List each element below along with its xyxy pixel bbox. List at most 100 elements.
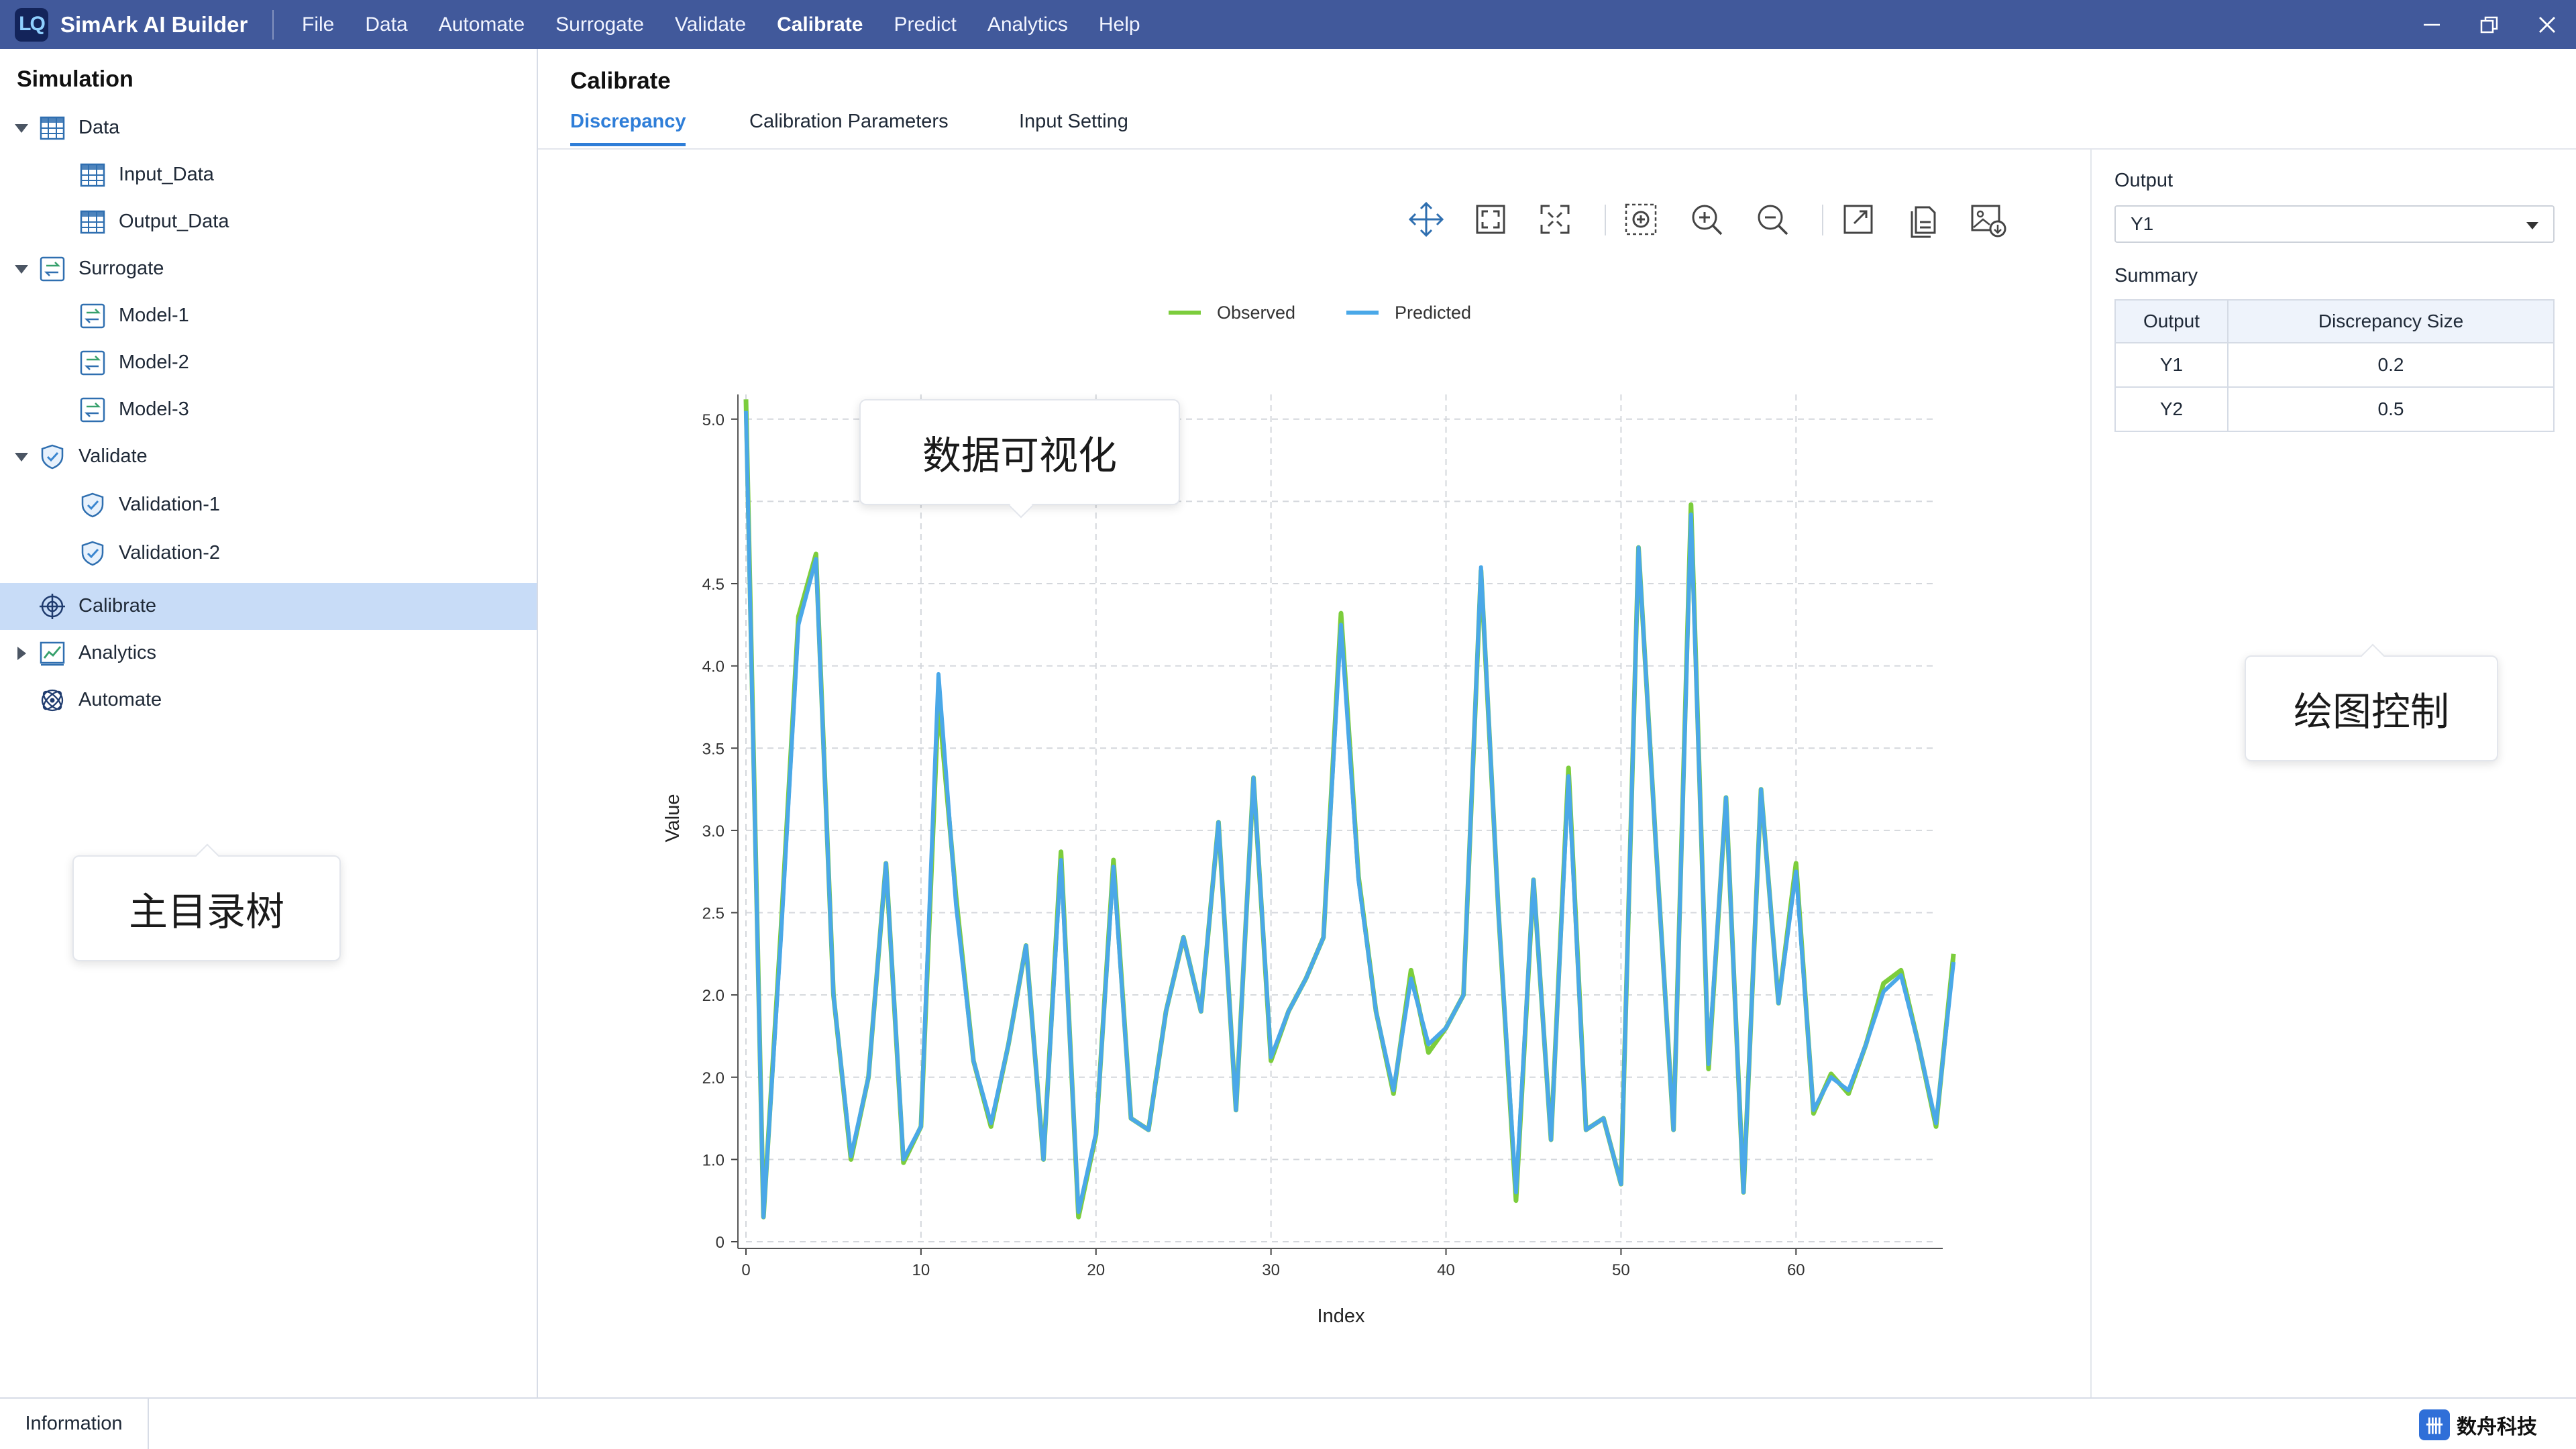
- tree-item-label: Output_Data: [119, 211, 229, 232]
- shield-check-icon: [38, 443, 66, 471]
- tree-item-validation-1[interactable]: Validation-1: [0, 482, 537, 529]
- plot-control-panel: Output Y1 Summary Output Discrepancy Siz…: [2090, 150, 2576, 1397]
- tree-item-surrogate[interactable]: Surrogate: [0, 246, 537, 292]
- tab-input-setting[interactable]: Input Setting: [1019, 111, 1128, 133]
- minimize-button[interactable]: [2403, 0, 2461, 49]
- y-tick-label: 3.0: [702, 822, 724, 841]
- tree-item-label: Calibrate: [78, 595, 157, 616]
- tree-item-input-data[interactable]: Input_Data: [0, 152, 537, 199]
- close-icon: [2539, 16, 2555, 33]
- y-tick-label: 3.5: [702, 740, 724, 758]
- tab-active-underline: [570, 143, 686, 146]
- menu-bar: File Data Automate Surrogate Validate Calibra…: [287, 0, 1157, 49]
- tree-item-label: Surrogate: [78, 258, 164, 279]
- tree-item-label: Analytics: [78, 642, 157, 663]
- tab-discrepancy[interactable]: Discrepancy: [570, 111, 686, 133]
- shield-check-icon: [78, 539, 107, 568]
- tree-item-label: Model-3: [119, 398, 189, 420]
- x-tick-label: 30: [1262, 1261, 1280, 1279]
- series-line-observed: [743, 399, 1956, 1220]
- caret-down-icon[interactable]: [15, 453, 28, 462]
- tree-item-model-3[interactable]: Model-3: [0, 386, 537, 433]
- x-tick-label: 20: [1087, 1261, 1105, 1279]
- tree-item-automate[interactable]: Automate: [0, 677, 537, 724]
- menu-file[interactable]: File: [302, 13, 334, 36]
- summary-label: Summary: [2114, 265, 2198, 286]
- table-header-output: Output: [2114, 299, 2229, 343]
- tree-item-output-data[interactable]: Output_Data: [0, 199, 537, 246]
- callout-plot-control-text: 绘图控制: [2293, 689, 2449, 735]
- callout-visualization-text: 数据可视化: [922, 433, 1117, 478]
- y-tick-label: 4.5: [702, 576, 724, 594]
- menu-data[interactable]: Data: [365, 13, 407, 36]
- caret-down-icon[interactable]: [15, 265, 28, 274]
- menu-validate[interactable]: Validate: [675, 13, 746, 36]
- series-line-predicted: [744, 411, 1956, 1220]
- brand-mark-icon: 卌: [2419, 1409, 2450, 1440]
- summary-table: Output Discrepancy Size Y1 0.2 Y2 0.5: [2114, 299, 2555, 432]
- menu-automate[interactable]: Automate: [439, 13, 525, 36]
- tree-item-validation-2[interactable]: Validation-2: [0, 530, 537, 577]
- window-controls: [2403, 0, 2576, 49]
- output-select[interactable]: Y1: [2114, 205, 2555, 243]
- table-icon: [78, 208, 107, 236]
- discrepancy-chart[interactable]: 0 1.0 2.0 2.0 2.5 3.0 3.5 4.0 4.5 5.0 0 10 20 30 40 50 6…: [538, 150, 2090, 1397]
- menu-analytics[interactable]: Analytics: [987, 13, 1068, 36]
- y-tick-label: 2.0: [702, 1069, 724, 1087]
- page-title: Calibrate: [570, 68, 671, 94]
- tree-item-label: Automate: [78, 689, 162, 710]
- main-tree-sidebar: Simulation Data Input_Data Output_Data S…: [0, 49, 538, 1397]
- information-tab[interactable]: Information: [0, 1399, 149, 1449]
- table-cell: Y2: [2114, 386, 2229, 432]
- tree-item-label: Validation-2: [119, 542, 221, 564]
- app-logo-icon: LQ: [15, 7, 48, 42]
- restore-button[interactable]: [2461, 0, 2518, 49]
- menu-calibrate[interactable]: Calibrate: [777, 13, 863, 36]
- callout-main-tree-text: 主目录树: [128, 889, 284, 934]
- surrogate-icon: [78, 349, 107, 377]
- restore-icon: [2480, 16, 2498, 33]
- tree-item-analytics[interactable]: Analytics: [0, 630, 537, 677]
- tree-item-validate[interactable]: Validate: [0, 433, 537, 480]
- callout-main-tree: 主目录树: [72, 843, 341, 961]
- table-icon: [78, 161, 107, 189]
- shield-check-icon: [78, 491, 107, 519]
- callout-visualization: 数据可视化: [859, 399, 1180, 519]
- table-cell: 0.5: [2227, 386, 2555, 432]
- legend-label-predicted: Predicted: [1395, 303, 1471, 323]
- tree-item-label: Validate: [78, 445, 148, 467]
- tree-item-label: Input_Data: [119, 164, 214, 185]
- minimize-icon: [2424, 23, 2440, 25]
- tab-calibration-parameters[interactable]: Calibration Parameters: [749, 111, 949, 133]
- chevron-down-icon: [2526, 222, 2538, 229]
- tree-item-label: Validation-1: [119, 494, 221, 515]
- tree-item-label: Data: [78, 117, 120, 138]
- legend-label-observed: Observed: [1217, 303, 1295, 323]
- table-row[interactable]: Y2 0.5: [2114, 386, 2555, 432]
- x-tick-label: 40: [1437, 1261, 1455, 1279]
- table-row[interactable]: Y1 0.2: [2114, 342, 2555, 388]
- tree-item-data[interactable]: Data: [0, 105, 537, 152]
- menu-predict[interactable]: Predict: [894, 13, 956, 36]
- tree-item-model-2[interactable]: Model-2: [0, 339, 537, 386]
- caret-down-icon[interactable]: [15, 124, 28, 133]
- surrogate-icon: [38, 255, 66, 283]
- tree-item-label: Model-1: [119, 305, 189, 326]
- table-header-row: Output Discrepancy Size: [2114, 299, 2555, 343]
- x-tick-label: 60: [1787, 1261, 1805, 1279]
- title-divider: [272, 9, 274, 40]
- app-title: SimArk AI Builder: [60, 11, 248, 37]
- menu-surrogate[interactable]: Surrogate: [555, 13, 644, 36]
- y-axis-label: Value: [662, 794, 684, 842]
- menu-help[interactable]: Help: [1099, 13, 1140, 36]
- caret-right-icon[interactable]: [17, 647, 26, 660]
- atom-icon: [38, 686, 66, 714]
- close-button[interactable]: [2518, 0, 2576, 49]
- x-tick-label: 10: [912, 1261, 930, 1279]
- tree-item-calibrate[interactable]: Calibrate: [0, 583, 537, 630]
- table-cell: 0.2: [2227, 342, 2555, 388]
- callout-plot-control: 绘图控制: [2245, 643, 2498, 761]
- sidebar-title: Simulation: [17, 66, 133, 92]
- tree-item-model-1[interactable]: Model-1: [0, 292, 537, 339]
- table-cell: Y1: [2114, 342, 2229, 388]
